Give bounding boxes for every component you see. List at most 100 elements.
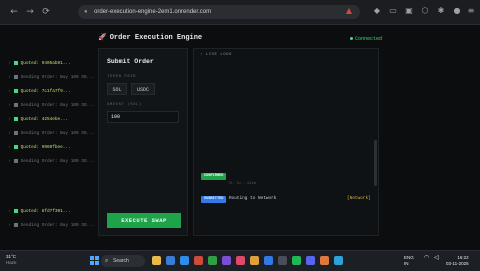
store-icon[interactable] [180,256,189,265]
rocket-icon: 🚀 [98,34,107,42]
submit-order-panel: Submit Order TOKEN PAIR SOL USDC AMOUNT … [98,48,188,236]
back-icon[interactable]: ← [8,6,20,18]
submitted-network: [Network] [347,196,371,201]
log-row[interactable]: › Sending Order: Buy 100 SO... [8,130,94,138]
sending-status-icon [13,74,18,79]
file-explorer-icon[interactable] [152,256,161,265]
log-scrollbar[interactable] [374,140,377,186]
panel-title: Submit Order [107,58,154,65]
log-text: Quoted: 8fd7f301... [20,209,71,214]
log-row[interactable]: › Sending Order: Buy 100 SO... [8,222,94,230]
vpn-icon[interactable]: ⬡ [420,6,430,16]
app-orange-icon[interactable] [320,256,329,265]
live-log-panel[interactable]: › LIVE LOGS [193,48,379,236]
submitted-badge: SUBMITTED [201,196,227,203]
chevron-right-icon: › [8,75,11,80]
log-row[interactable]: › Sending Order: Buy 100 SO... [8,102,94,110]
execute-swap-button[interactable]: EXECUTE SWAP [107,213,181,228]
quoted-status-icon [13,208,18,213]
log-text: Quoted: 9960fbee... [20,145,71,150]
token-pair-label: TOKEN PAIR [107,75,137,79]
chevron-right-icon: › [8,145,11,150]
chevron-right-icon: › [8,159,11,164]
chevron-right-icon: › [8,89,11,94]
connection-status: Connected [350,36,382,42]
wallet-icon[interactable]: ▣ [404,6,414,16]
submitted-route: Routing to Network [229,196,277,201]
vscode-icon[interactable] [264,256,273,265]
chevron-right-icon: › [8,209,11,214]
status-dot-icon [350,37,353,41]
log-row[interactable]: › Sending Order: Buy 100 SO... [8,158,94,166]
token-out-button[interactable]: USDC [131,83,155,95]
app-cyan-icon[interactable] [334,256,343,265]
windows-taskbar: 31°C Haze ⌕ Search ENG IN ◠ ◁ 16:22 03-11-… [0,250,480,271]
windows-start-icon[interactable] [90,256,100,266]
log-text: Sending Order: Buy 100 SO... [20,159,95,164]
log-row[interactable]: › Quoted: 9960fbee... [8,144,71,152]
sending-status-icon [13,130,18,135]
volume-icon[interactable]: ◁ [434,255,439,261]
amount-label: AMOUNT (SOL) [107,103,142,107]
log-row[interactable]: › Quoted: 4254ebe... [8,116,68,124]
confirmed-badge: CONFIRMED [201,173,227,180]
weather-temp: 31°C [6,254,17,259]
taskbar-search[interactable]: ⌕ Search [101,255,145,267]
app-green-icon[interactable] [208,256,217,265]
language-indicator[interactable]: ENG IN [404,255,414,267]
forward-icon[interactable]: → [24,6,36,18]
app-red-icon[interactable] [236,256,245,265]
log-text: Sending Order: Buy 100 SO... [20,103,95,108]
chevron-right-icon: › [8,61,11,66]
browser-toolbar: ← → ⟳ ● order-execution-engine-2em1.onre… [0,0,480,25]
sending-status-icon [13,102,18,107]
terminal-icon[interactable] [278,256,287,265]
address-bar[interactable]: ● order-execution-engine-2em1.onrender.c… [78,5,360,19]
log-text: Sending Order: Buy 100 SO... [20,131,95,136]
chevron-right-icon: › [8,131,11,136]
menu-icon[interactable]: ≡ [466,6,476,16]
token-in-button[interactable]: SOL [107,83,127,95]
spotify-icon[interactable] [292,256,301,265]
log-text: Quoted: 7c1fa7f9... [20,89,71,94]
log-row[interactable]: › Quoted: 9405ab91... [8,60,71,68]
profile-icon[interactable]: ● [452,6,462,16]
log-expand-icon: › [200,53,203,57]
app-purple-icon[interactable] [222,256,231,265]
chevron-right-icon: › [8,103,11,108]
quoted-status-icon [13,88,18,93]
extensions-icon[interactable]: ✱ [436,6,446,16]
log-row[interactable]: › Sending Order: Buy 100 SO... [8,74,94,82]
chevron-right-icon: › [8,117,11,122]
lock-icon: ● [84,9,88,15]
weather-desc: Haze [6,260,17,265]
confirmed-note: TX: 5x...9k2m [228,182,257,186]
amount-input[interactable]: 100 [107,111,179,123]
quoted-status-icon [13,60,18,65]
discord-icon[interactable] [306,256,315,265]
reload-icon[interactable]: ⟳ [40,6,52,18]
sending-status-icon [13,158,18,163]
log-header: › LIVE LOGS [200,53,232,57]
sidebar-icon[interactable]: ▭ [388,6,398,16]
sending-status-icon [13,222,18,227]
wifi-icon[interactable]: ◠ [424,255,429,261]
quoted-status-icon [13,116,18,121]
app-yellow-icon[interactable] [250,256,259,265]
clock[interactable]: 16:22 03-11-2025 [446,255,469,267]
log-row[interactable]: › Quoted: 7c1fa7f9... [8,88,71,96]
extension-icon[interactable]: ◆ [372,6,382,16]
brave-shield-icon[interactable]: ▲ [344,6,354,16]
log-text: Quoted: 9405ab91... [20,61,71,66]
chevron-right-icon: › [8,223,11,228]
url-text: order-execution-engine-2em1.onrender.com [94,9,212,15]
log-text: Sending Order: Buy 100 SO... [20,223,95,228]
quoted-status-icon [13,144,18,149]
log-text: Sending Order: Buy 100 SO... [20,75,95,80]
brave-icon[interactable] [194,256,203,265]
page-title: 🚀 Order Execution Engine [98,34,203,42]
log-row[interactable]: › Quoted: 8fd7f301... [8,208,71,216]
search-icon: ⌕ [105,258,109,264]
edge-icon[interactable] [166,256,175,265]
weather-widget[interactable]: 31°C Haze [6,254,17,266]
